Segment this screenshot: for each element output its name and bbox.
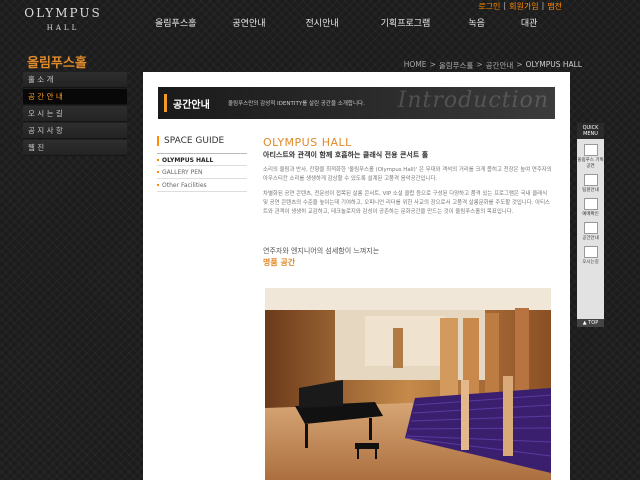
article-subtitle: 아티스트와 관객이 함께 호흡하는 클래식 전용 콘서트 홀 [263,151,429,159]
quick-menu-item[interactable]: 공간안내 [577,222,604,241]
article-paragraph: 소리의 울림과 반사, 잔향을 최적화한 '올림푸스홀 (Olympus Hal… [263,167,552,182]
quick-menu-label: 올림푸스 기획공연 [577,158,604,169]
scroll-top-label: TOP [588,320,599,326]
breadcrumb-current: OLYMPUS HALL [525,60,582,69]
ticket-icon [583,144,598,156]
quick-menu-item[interactable]: 오시는길 [577,246,604,265]
util-separator: | [541,1,545,10]
nav-olympushall[interactable]: 올림푸스홀 [155,16,196,29]
breadcrumb-item[interactable]: 올림푸스홀 [439,60,474,71]
map-icon [583,246,598,258]
quick-menu: QUICK MENU 올림푸스 기획공연 팀원안내 예매확인 공간안내 오시는길… [577,123,604,327]
quote-highlight: 명품 공간 [263,258,296,267]
banner-title: 공간안내 [173,100,210,111]
nav-rental[interactable]: 대관 [521,16,538,29]
quick-menu-label: 팀원안내 [582,188,599,193]
breadcrumb-separator: > [476,60,483,69]
chair-icon [583,222,598,234]
breadcrumb-home[interactable]: HOME [404,60,427,71]
banner-accent [164,94,167,112]
logo[interactable]: OLYMPUS HALL [22,6,104,32]
side-menu: 홀 소 개 공 간 안 내 오 시 는 길 공 지 사 항 웹 진 [23,72,127,157]
breadcrumb: HOME > 올림푸스홀 > 공간안내 > OLYMPUS HALL [404,60,582,71]
nav-exhibition[interactable]: 전시안내 [306,16,339,29]
article-title: OLYMPUS HALL [263,136,352,149]
scroll-top-button[interactable]: ▲ TOP [577,319,604,327]
quick-menu-item[interactable]: 올림푸스 기획공연 [577,144,604,169]
nav-program[interactable]: 기획프로그램 [381,16,431,29]
article-paragraph: 차별화된 공연 콘텐츠, 전문성이 접목된 살롱 콘서트, VIP 소설 클럽 … [263,191,551,215]
side-menu-item-space[interactable]: 공 간 안 내 [23,89,127,105]
calendar-icon [583,198,598,210]
sitemap-link[interactable]: 맵전 [547,1,562,12]
section-title: 올림푸스홀 [27,56,87,71]
logo-line1: OLYMPUS [24,6,102,20]
breadcrumb-item[interactable]: 공간안내 [486,60,514,71]
banner-description: 올림푸스만의 감성적 IDENTITY를 살린 공간을 소개합니다. [228,101,365,107]
util-separator: | [503,1,507,10]
breadcrumb-separator: > [429,60,436,69]
page-banner: 공간안내 올림푸스만의 감성적 IDENTITY를 살린 공간을 소개합니다. … [158,87,555,119]
side-menu-item-webzine[interactable]: 웹 진 [23,140,127,156]
content-panel: 공간안내 올림푸스만의 감성적 IDENTITY를 살린 공간을 소개합니다. … [143,72,570,480]
side-menu-item-intro[interactable]: 홀 소 개 [23,72,127,88]
side-menu-item-directions[interactable]: 오 시 는 길 [23,106,127,122]
space-guide-heading: SPACE GUIDE [157,136,247,146]
logo-line2: HALL [46,24,80,32]
side-menu-item-notice[interactable]: 공 지 사 항 [23,123,127,139]
quick-menu-label: 예매확인 [582,212,599,217]
login-link[interactable]: 로그인 [478,1,500,12]
space-guide-item-other[interactable]: Other Facilities [157,179,247,192]
concert-hall-photo [265,288,551,480]
space-guide-item-olympus-hall[interactable]: OLYMPUS HALL [157,153,247,166]
quick-menu-item[interactable]: 예매확인 [577,198,604,217]
breadcrumb-separator: > [516,60,523,69]
space-guide-item-gallery-pen[interactable]: GALLERY PEN [157,166,247,179]
main-nav: 올림푸스홀 공연안내 전시안내 기획프로그램 녹음 대관 [150,16,537,29]
quick-menu-label: 공간안내 [582,236,599,241]
nav-performance[interactable]: 공연안내 [232,16,265,29]
quote-line: 연주자와 엔지니어의 섬세함이 느껴지는 [263,247,380,255]
utility-links: 로그인 | 회원가입 | 맵전 [478,1,562,12]
nav-recording[interactable]: 녹음 [468,16,485,29]
quick-menu-heading: QUICK MENU [577,123,604,139]
person-icon [583,174,598,186]
space-guide: SPACE GUIDE OLYMPUS HALL GALLERY PEN Oth… [157,136,247,192]
quick-menu-item[interactable]: 팀원안내 [577,174,604,193]
banner-watermark: Introduction [397,88,549,113]
article: OLYMPUS HALL 아티스트와 관객이 함께 호흡하는 클래식 전용 콘서… [263,136,553,268]
quick-menu-label: 오시는길 [582,260,599,265]
join-link[interactable]: 회원가입 [509,1,538,12]
